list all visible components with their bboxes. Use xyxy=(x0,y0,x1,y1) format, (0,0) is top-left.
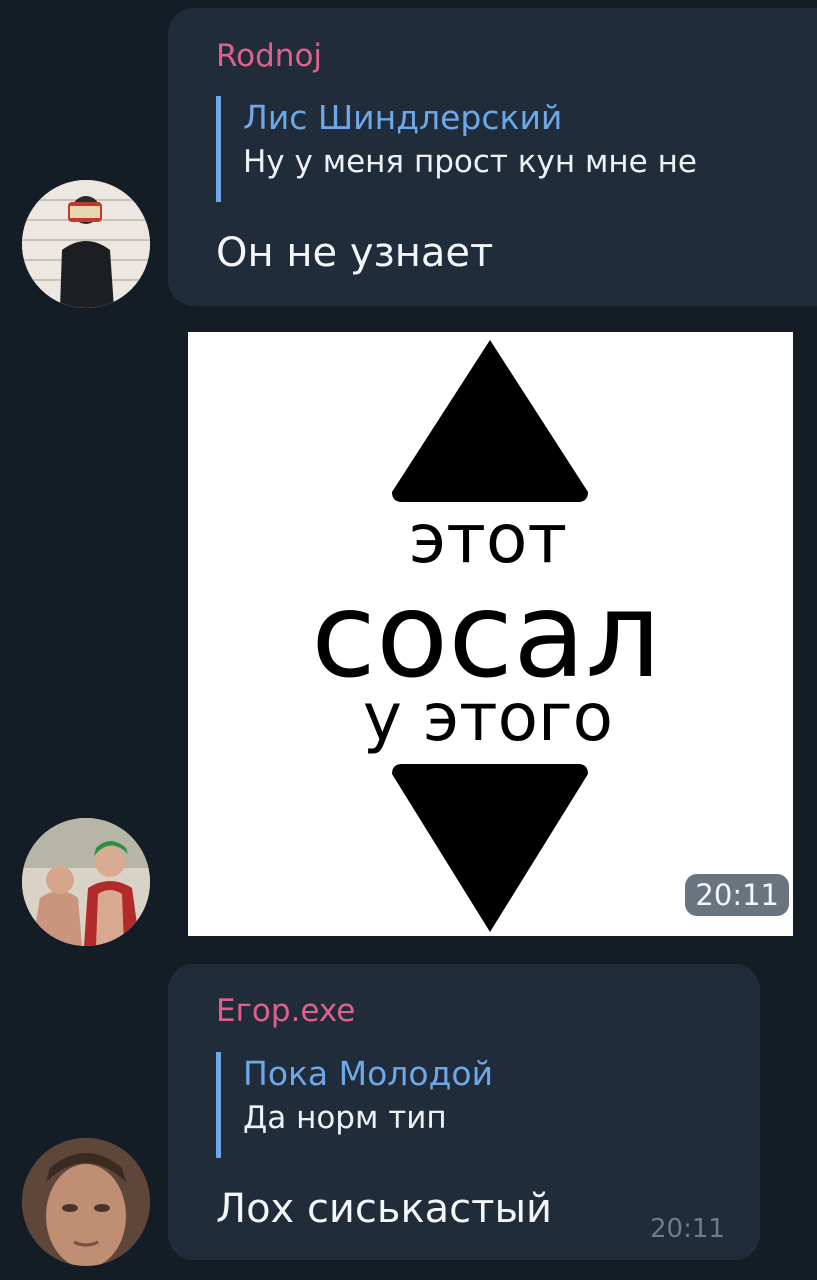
sender-name[interactable]: Егор.exe xyxy=(216,993,355,1029)
message-text: Он не узнает xyxy=(216,230,494,276)
sticker-line3: у этого xyxy=(363,679,613,756)
reply-quote[interactable]: Лис Шиндлерский Ну у меня прост кун мне … xyxy=(216,96,697,202)
reply-quote[interactable]: Пока Молодой Да норм тип xyxy=(216,1052,493,1158)
avatar-photo-icon xyxy=(22,818,150,946)
avatar-photo-icon xyxy=(22,1138,150,1266)
reply-author: Лис Шиндлерский xyxy=(243,98,563,137)
message-time: 20:11 xyxy=(650,1214,725,1244)
reply-text: Ну у меня прост кун мне не xyxy=(243,144,697,180)
sender-name[interactable]: Rodnoj xyxy=(216,38,322,74)
avatar-photo-icon xyxy=(22,180,150,308)
reply-author: Пока Молодой xyxy=(243,1054,494,1093)
user-avatar[interactable] xyxy=(22,1138,150,1266)
sticker-graphic: этот сосал у этого xyxy=(311,340,661,932)
message-text: Лох сиськастый xyxy=(216,1186,553,1232)
arrow-up-icon xyxy=(392,340,588,502)
user-avatar[interactable] xyxy=(22,818,150,946)
reply-text: Да норм тип xyxy=(243,1100,447,1136)
sticker-image[interactable]: этот сосал у этого 20:11 xyxy=(188,332,793,936)
user-avatar[interactable] xyxy=(22,180,150,308)
arrow-down-icon xyxy=(392,764,588,932)
sticker-time: 20:11 xyxy=(685,874,789,916)
